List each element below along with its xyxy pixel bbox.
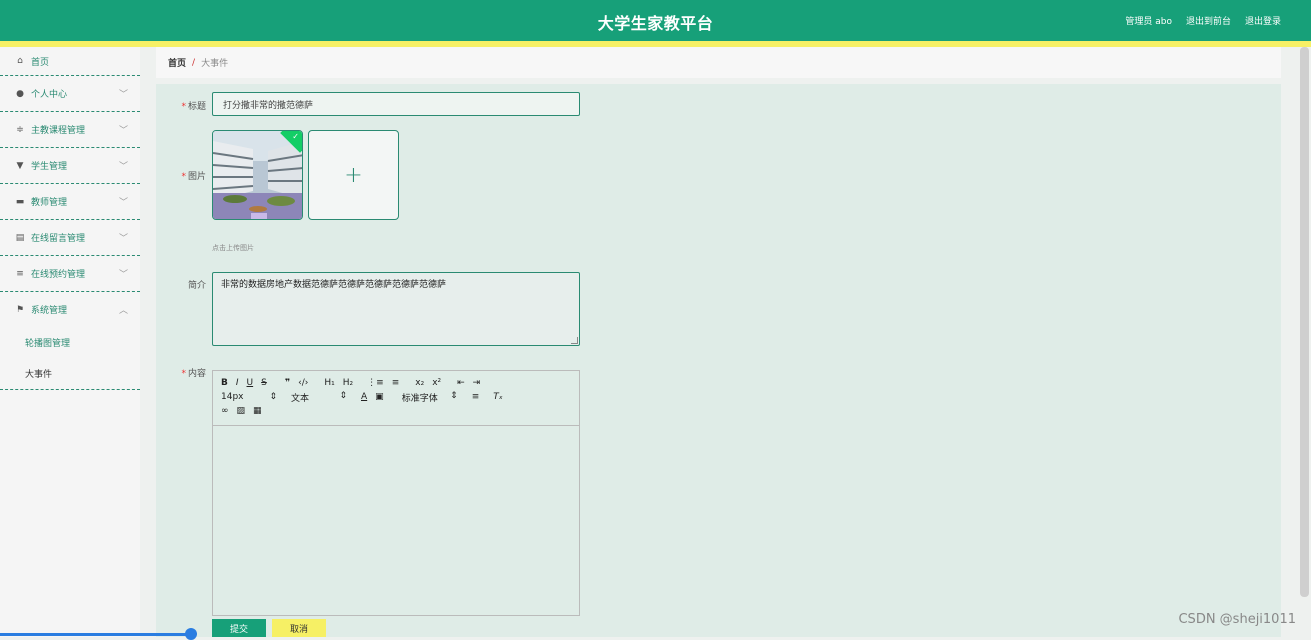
h2-icon[interactable]: H₂: [343, 378, 353, 388]
add-image-button[interactable]: +: [308, 130, 399, 220]
sidebar-item-label: 主教课程管理: [31, 126, 86, 136]
intro-textarea[interactable]: 非常的数据房地产数据范德萨范德萨范德萨范德萨范德萨: [212, 272, 580, 346]
sidebar-item-students[interactable]: ▼ 学生管理 ﹀: [0, 148, 140, 184]
sidebar-item-label: 首页: [31, 57, 50, 68]
chevron-down-icon: ﹀: [118, 162, 128, 172]
chevron-up-icon: ︿: [118, 306, 128, 316]
sidebar-item-personal-center[interactable]: ● 个人中心 ﹀: [0, 76, 140, 112]
blockquote-icon[interactable]: ❞: [285, 378, 290, 388]
watermark: CSDN @sheji1011: [1178, 612, 1296, 627]
select-arrows-icon: ⇕: [339, 390, 347, 401]
strike-icon[interactable]: S: [261, 378, 267, 388]
submit-button[interactable]: 提交: [212, 619, 266, 637]
title-label: * 标题: [181, 102, 206, 112]
top-header: 大学生家教平台 管理员 abo 退出到前台 退出登录: [0, 0, 1311, 41]
upload-hint: 点击上传图片: [212, 244, 254, 252]
list-icon: ≡: [16, 268, 24, 279]
flag-icon: ⚑: [15, 304, 25, 315]
student-icon: ▼: [16, 160, 24, 171]
link-icon[interactable]: ∞: [221, 406, 229, 416]
editor-body[interactable]: [213, 426, 579, 615]
image-label: * 图片: [181, 172, 206, 182]
sidebar-item-carousel[interactable]: 轮播图管理: [0, 327, 140, 358]
font-family-select[interactable]: 标准字体 ⇕: [402, 391, 458, 404]
outdent-icon[interactable]: ⇤: [457, 378, 465, 388]
breadcrumb-home[interactable]: 首页: [168, 56, 186, 69]
uploaded-image[interactable]: ✓: [212, 130, 303, 220]
chevron-down-icon: ﹀: [118, 198, 128, 208]
select-arrows-icon: ⇕: [450, 390, 458, 401]
bullet-list-icon[interactable]: ≡: [392, 378, 400, 388]
sidebar-item-label: 系统管理: [31, 306, 68, 316]
horizontal-scroll-handle[interactable]: [185, 628, 197, 640]
sidebar: ⌂ 首页 ● 个人中心 ﹀ ≑ 主教课程管理 ﹀ ▼ 学生管理 ﹀ ▬ 教师管理…: [0, 47, 140, 637]
vertical-scrollbar[interactable]: [1300, 47, 1309, 597]
sidebar-item-label: 个人中心: [31, 90, 68, 100]
sidebar-item-system[interactable]: ⚑ 系统管理 ︿: [0, 292, 140, 327]
align-icon[interactable]: ≡: [472, 392, 480, 402]
sidebar-item-events[interactable]: 大事件: [0, 358, 140, 389]
sidebar-item-messages[interactable]: ▤ 在线留言管理 ﹀: [0, 220, 140, 256]
system-submenu: 轮播图管理 大事件: [0, 327, 140, 390]
ordered-list-icon[interactable]: ⋮≡: [367, 378, 384, 388]
editor-toolbar: B I U S ❞ ‹/› H₁ H₂ ⋮≡ ≡ x₂ x² ⇤ ⇥ 14px ⇕…: [213, 371, 579, 426]
app-title: 大学生家教平台: [597, 14, 714, 33]
teacher-icon: ▬: [15, 196, 25, 207]
chevron-down-icon: ﹀: [118, 270, 128, 280]
superscript-icon[interactable]: x²: [432, 378, 441, 388]
rich-text-editor: B I U S ❞ ‹/› H₁ H₂ ⋮≡ ≡ x₂ x² ⇤ ⇥ 14px ⇕…: [212, 370, 580, 616]
resize-handle[interactable]: [571, 337, 578, 344]
background-color-icon[interactable]: ▣: [375, 392, 384, 402]
cancel-button[interactable]: 取消: [272, 619, 326, 637]
underline-icon[interactable]: U: [247, 378, 254, 388]
subscript-icon[interactable]: x₂: [415, 378, 424, 388]
intro-label: 简介: [187, 281, 206, 291]
clipboard-icon: ▤: [15, 232, 25, 243]
sidebar-item-label: 在线预约管理: [31, 270, 86, 280]
sliders-icon: ≑: [16, 124, 24, 135]
sidebar-item-label: 在线留言管理: [31, 234, 86, 244]
sidebar-item-appointments[interactable]: ≡ 在线预约管理 ﹀: [0, 256, 140, 292]
video-icon[interactable]: ▦: [253, 406, 262, 416]
bold-icon[interactable]: B: [221, 378, 228, 388]
sidebar-item-home[interactable]: ⌂ 首页: [0, 47, 140, 76]
sidebar-item-teachers[interactable]: ▬ 教师管理 ﹀: [0, 184, 140, 220]
to-front-link[interactable]: 退出到前台: [1186, 14, 1231, 27]
sidebar-item-courses[interactable]: ≑ 主教课程管理 ﹀: [0, 112, 140, 148]
intro-text: 非常的数据房地产数据范德萨范德萨范德萨范德萨范德萨: [221, 280, 447, 290]
horizontal-scroll-track: [0, 633, 190, 636]
font-size-select[interactable]: 14px ⇕: [221, 392, 277, 402]
content-label: * 内容: [181, 369, 206, 379]
plus-icon: +: [344, 162, 363, 188]
header-actions: 管理员 abo 退出到前台 退出登录: [1125, 14, 1281, 27]
font-color-icon[interactable]: A: [361, 392, 367, 402]
user-icon: ●: [16, 88, 24, 99]
code-icon[interactable]: ‹/›: [298, 378, 308, 388]
h1-icon[interactable]: H₁: [324, 378, 334, 388]
breadcrumb-separator: /: [192, 57, 196, 68]
form-panel: * 标题 打分撒非常的撒范德萨 * 图片 ✓ + 点击上传图片 简介 非常的数据…: [156, 84, 1281, 637]
sidebar-item-label: 教师管理: [31, 198, 68, 208]
sidebar-item-label: 学生管理: [31, 162, 68, 172]
logout-link[interactable]: 退出登录: [1245, 14, 1281, 27]
image-icon[interactable]: ▨: [237, 406, 246, 416]
breadcrumb: 首页 / 大事件: [156, 47, 1281, 78]
text-style-select[interactable]: 文本 ⇕: [291, 391, 347, 404]
chevron-down-icon: ﹀: [118, 234, 128, 244]
chevron-down-icon: ﹀: [118, 126, 128, 136]
title-input[interactable]: 打分撒非常的撒范德萨: [212, 92, 580, 116]
home-icon: ⌂: [17, 56, 23, 66]
admin-name: 管理员 abo: [1125, 17, 1172, 27]
select-arrows-icon: ⇕: [269, 392, 277, 402]
indent-icon[interactable]: ⇥: [473, 378, 481, 388]
check-icon: ✓: [292, 132, 299, 141]
breadcrumb-current: 大事件: [201, 59, 229, 69]
chevron-down-icon: ﹀: [118, 90, 128, 100]
building-photo: [213, 131, 302, 219]
italic-icon[interactable]: I: [236, 378, 239, 388]
clear-format-icon[interactable]: Tₓ: [493, 392, 503, 402]
